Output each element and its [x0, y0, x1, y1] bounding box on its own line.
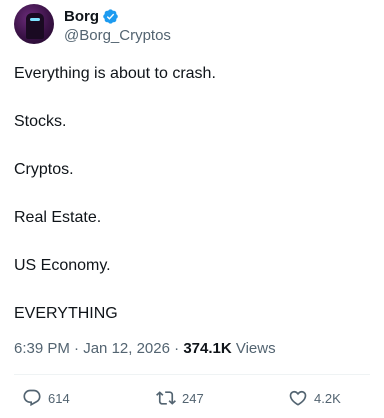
divider [14, 374, 370, 375]
author-names: Borg @Borg_Cryptos [64, 6, 171, 45]
verified-badge-icon [103, 8, 118, 24]
tweet-text-line: US Economy. [14, 257, 111, 274]
tweet-text-line: EVERYTHING [14, 305, 118, 322]
reply-icon [23, 389, 41, 407]
tweet-body: Everything is about to crash. Stocks. Cr… [14, 62, 370, 350]
display-name[interactable]: Borg [64, 8, 99, 25]
tweet-date[interactable]: Jan 12, 2026 [83, 340, 170, 357]
tweet-header: Borg @Borg_Cryptos [14, 4, 171, 44]
avatar-figure [26, 13, 44, 39]
like-icon [289, 390, 307, 406]
tweet: Borg @Borg_Cryptos Everything is about t… [0, 0, 384, 418]
views-label: Views [231, 340, 276, 357]
like-button[interactable]: 4.2K [288, 388, 341, 408]
repost-icon [156, 391, 176, 405]
tweet-text-line: Cryptos. [14, 161, 74, 178]
views-count[interactable]: 374.1K [183, 340, 231, 357]
repost-count: 247 [182, 390, 204, 406]
avatar-visor [30, 18, 40, 21]
tweet-time[interactable]: 6:39 PM [14, 340, 70, 357]
meta-separator: · [169, 340, 184, 357]
repost-button[interactable]: 247 [156, 388, 204, 408]
action-bar: 614 247 4.2K [0, 388, 384, 416]
name-row: Borg [64, 6, 171, 26]
handle[interactable]: @Borg_Cryptos [64, 27, 171, 44]
like-count: 4.2K [314, 390, 341, 406]
avatar[interactable] [14, 4, 54, 44]
reply-button[interactable]: 614 [22, 388, 70, 408]
tweet-meta: 6:39 PM · Jan 12, 2026 · 374.1K Views [14, 340, 276, 357]
tweet-text-line: Stocks. [14, 113, 67, 130]
meta-separator: · [69, 340, 84, 357]
tweet-text-line: Real Estate. [14, 209, 102, 226]
reply-count: 614 [48, 390, 70, 406]
tweet-text-line: Everything is about to crash. [14, 65, 216, 82]
